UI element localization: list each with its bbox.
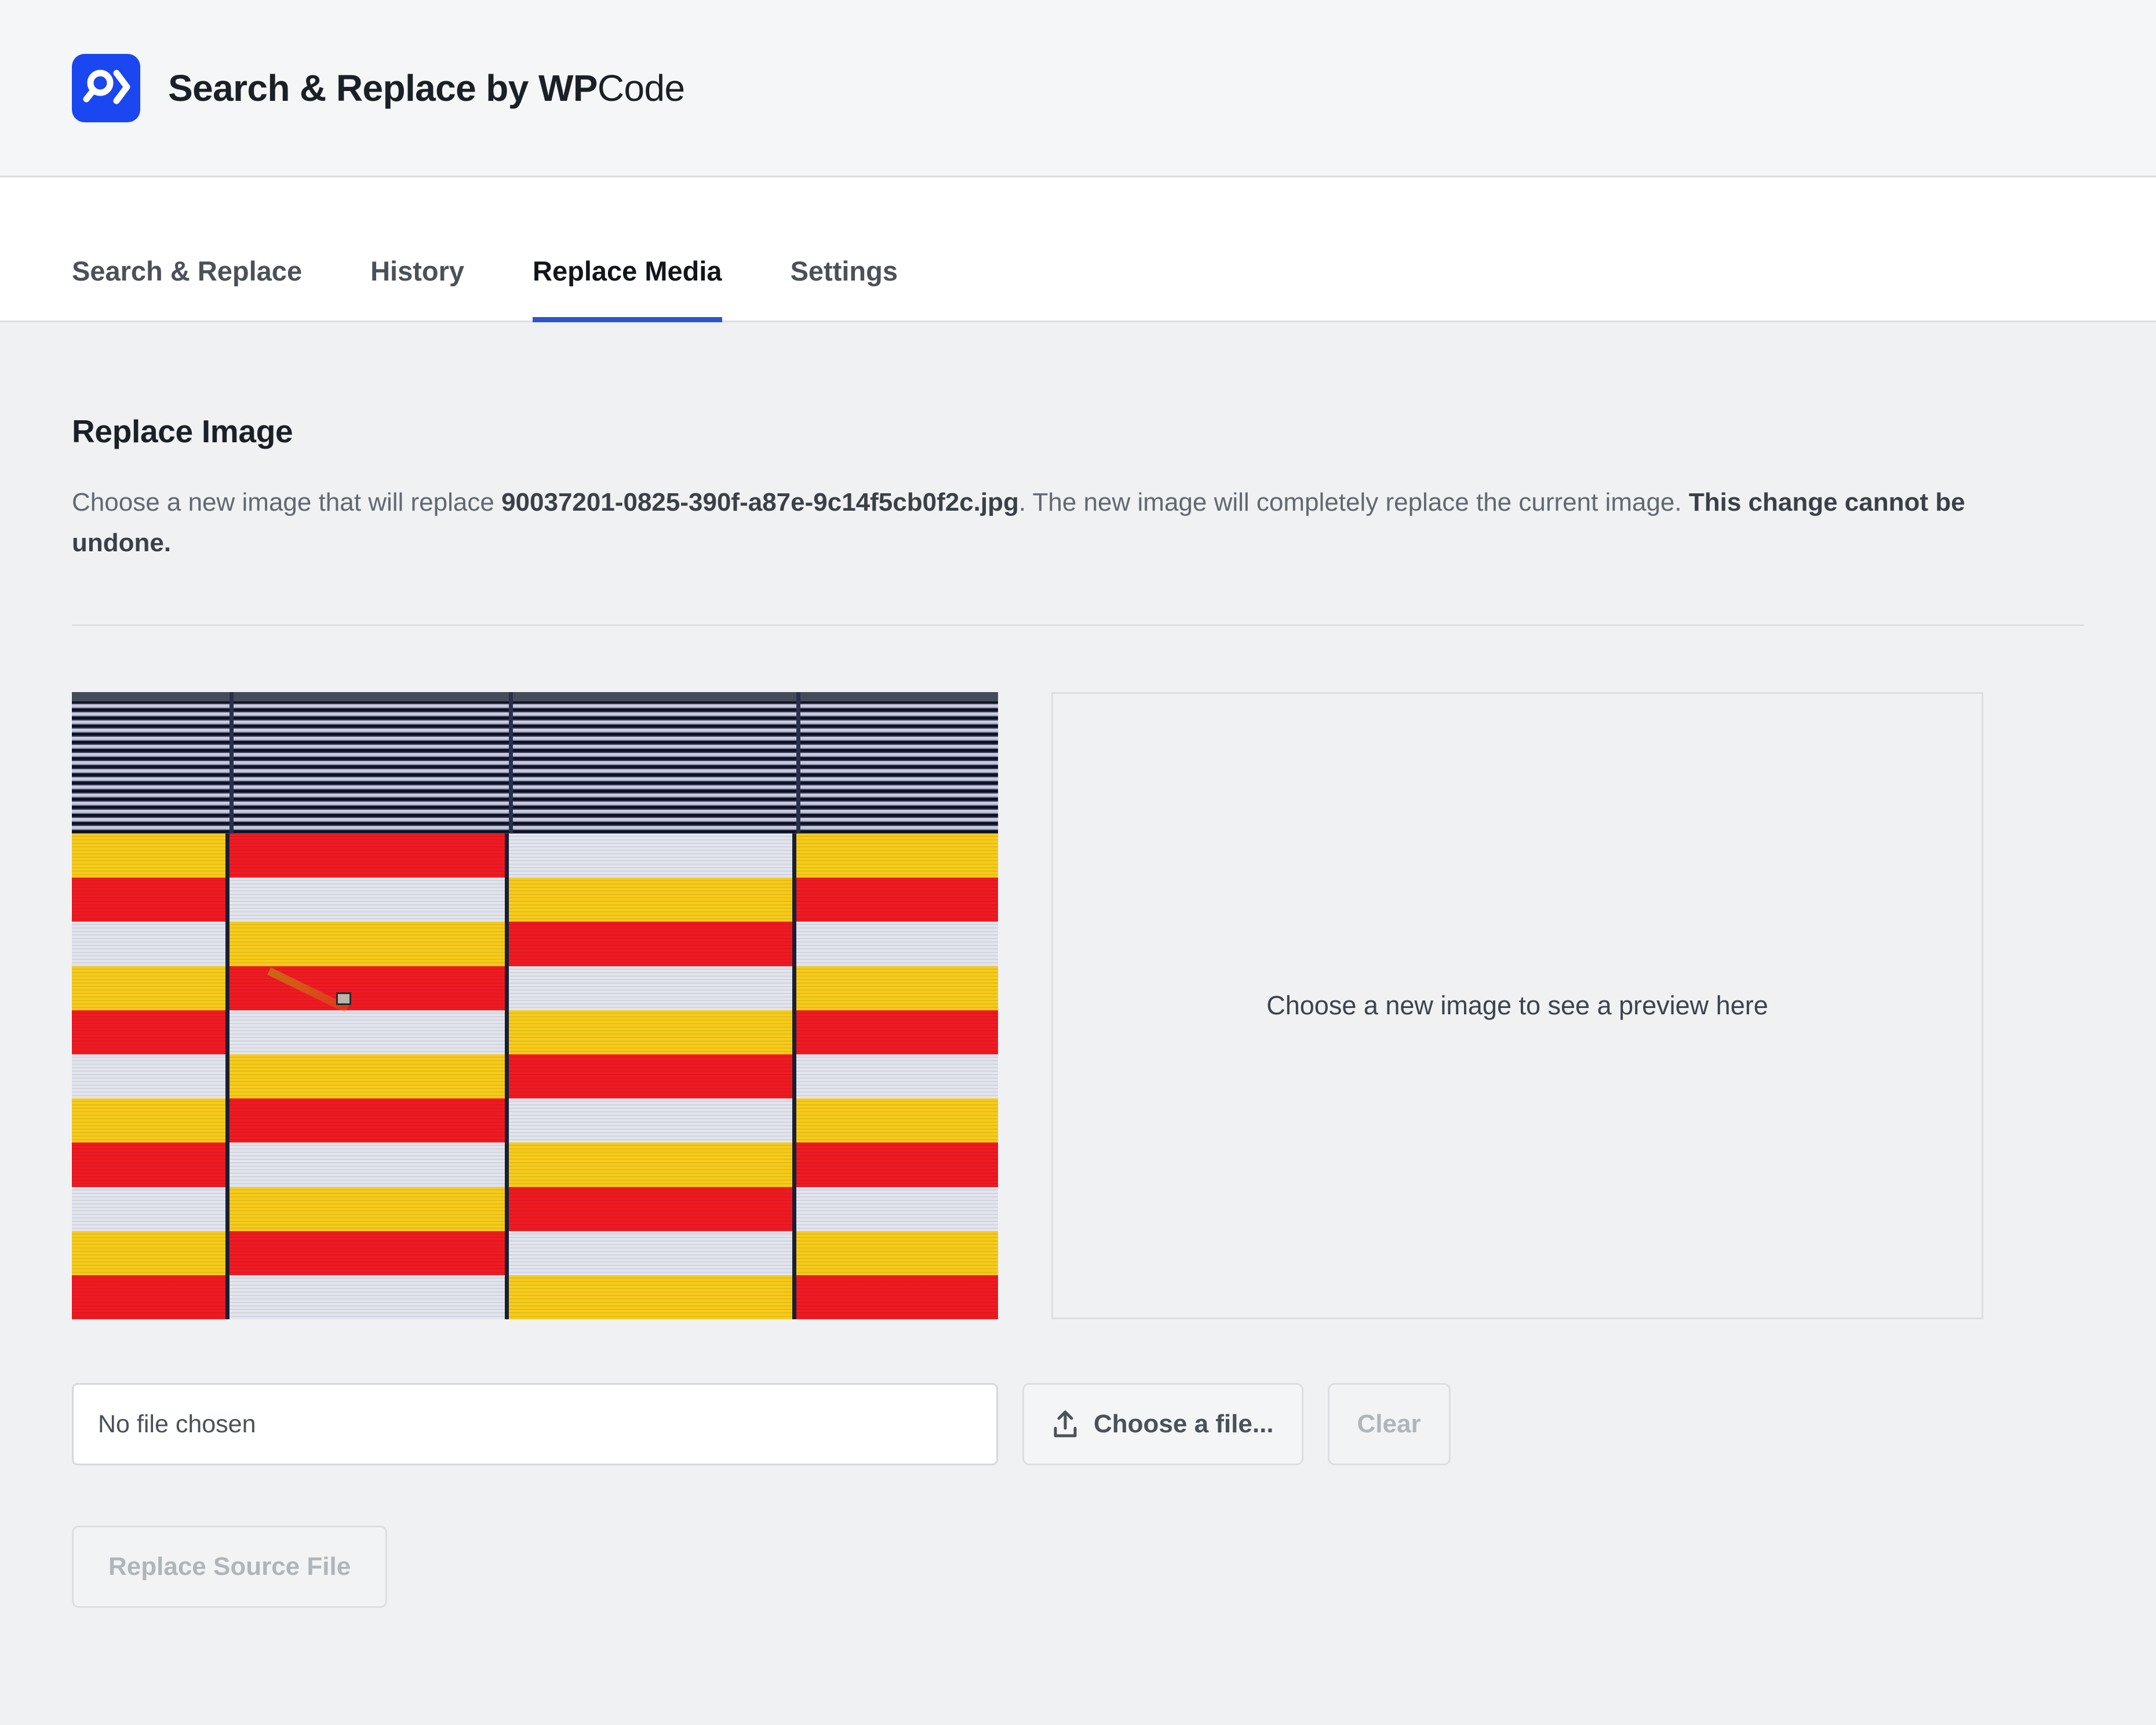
facade-band <box>509 834 793 878</box>
choose-a-file-label: Choose a file... <box>1094 1410 1274 1439</box>
facade-band <box>72 1142 225 1187</box>
louver-top-cap <box>72 692 998 702</box>
facade-band <box>509 1187 793 1231</box>
facade-band <box>229 878 505 922</box>
mullion-2 <box>509 692 513 834</box>
facade-band <box>509 1098 793 1143</box>
tab-bar: Search & Replace History Replace Media S… <box>0 177 2156 322</box>
upload-icon <box>1052 1410 1079 1439</box>
section-divider <box>72 624 2084 627</box>
facade-band <box>509 1275 793 1320</box>
tab-search-replace[interactable]: Search & Replace <box>72 257 302 321</box>
facade-band <box>509 1054 793 1099</box>
facade-panel-2 <box>229 834 509 1320</box>
facade-band <box>796 1231 998 1276</box>
facade-band <box>229 922 505 966</box>
facade-band <box>509 1010 793 1055</box>
preview-placeholder-text: Choose a new image to see a preview here <box>1266 991 1768 1021</box>
facade-band <box>796 834 998 878</box>
facade-band <box>796 1054 998 1099</box>
desc-part-2: . The new image will completely replace … <box>1018 488 1689 516</box>
facade-band <box>229 1054 505 1099</box>
facade-band <box>229 1142 505 1187</box>
facade-band <box>509 1231 793 1276</box>
facade-band <box>796 922 998 966</box>
facade-band <box>72 1187 225 1231</box>
mullion-3 <box>796 692 800 834</box>
app-title-prefix: Search & Replace by <box>168 67 538 109</box>
facade-band <box>72 878 225 922</box>
facade-band <box>229 1187 505 1231</box>
facade-band <box>796 878 998 922</box>
wall-fixture-icon <box>336 992 351 1006</box>
facade-band <box>229 1231 505 1276</box>
facade-panel-1 <box>72 834 230 1320</box>
replace-source-file-button[interactable]: Replace Source File <box>72 1526 388 1608</box>
facade-band <box>509 966 793 1010</box>
choose-a-file-button[interactable]: Choose a file... <box>1022 1383 1303 1466</box>
facade-band <box>72 1275 225 1320</box>
facade-band <box>796 1098 998 1143</box>
file-chooser-row: No file chosen Choose a file... Clear <box>72 1383 2084 1466</box>
app-title: Search & Replace by WPCode <box>168 67 685 110</box>
facade-band <box>72 1098 225 1143</box>
mullion-1 <box>229 692 234 834</box>
facade-band <box>72 1231 225 1276</box>
facade-band <box>796 1142 998 1187</box>
facade-panel-4 <box>796 834 998 1320</box>
current-image-preview <box>72 692 998 1320</box>
facade-panels <box>72 834 998 1320</box>
facade-band <box>509 1142 793 1187</box>
app-title-wp: WP <box>538 67 598 109</box>
louver-facade <box>72 692 998 834</box>
facade-band <box>796 1275 998 1320</box>
facade-panel-3 <box>509 834 796 1320</box>
facade-band <box>229 1275 505 1320</box>
app-header: Search & Replace by WPCode <box>0 0 2156 177</box>
facade-band <box>229 1098 505 1143</box>
facade-band <box>509 922 793 966</box>
desc-part-1: Choose a new image that will replace <box>72 488 502 516</box>
main-content: Replace Image Choose a new image that wi… <box>0 322 2156 1690</box>
search-replace-logo-icon <box>72 53 140 122</box>
facade-band <box>72 1054 225 1099</box>
clear-button[interactable]: Clear <box>1327 1383 1451 1466</box>
facade-band <box>509 878 793 922</box>
selected-file-display[interactable]: No file chosen <box>72 1383 998 1466</box>
new-image-preview-box: Choose a new image to see a preview here <box>1051 692 1983 1320</box>
facade-band <box>72 966 225 1010</box>
desc-filename: 90037201-0825-390f-a87e-9c14f5cb0f2c.jpg <box>501 488 1019 516</box>
replace-source-file-label: Replace Source File <box>108 1552 351 1581</box>
preview-row: Choose a new image to see a preview here <box>72 692 2084 1320</box>
facade-band <box>229 834 505 878</box>
tab-replace-media[interactable]: Replace Media <box>533 257 722 322</box>
app-title-code: Code <box>597 67 685 109</box>
tab-settings[interactable]: Settings <box>791 257 898 321</box>
facade-band <box>72 834 225 878</box>
tab-history[interactable]: History <box>370 257 464 321</box>
page-title: Replace Image <box>72 413 293 449</box>
facade-band <box>72 1010 225 1055</box>
facade-band <box>796 966 998 1010</box>
replace-action-row: Replace Source File <box>72 1526 2084 1689</box>
facade-band <box>796 1010 998 1055</box>
facade-band <box>229 1010 505 1055</box>
clear-label: Clear <box>1357 1410 1421 1439</box>
facade-band <box>72 922 225 966</box>
replace-description: Choose a new image that will replace 900… <box>72 482 2042 563</box>
facade-band <box>796 1187 998 1231</box>
